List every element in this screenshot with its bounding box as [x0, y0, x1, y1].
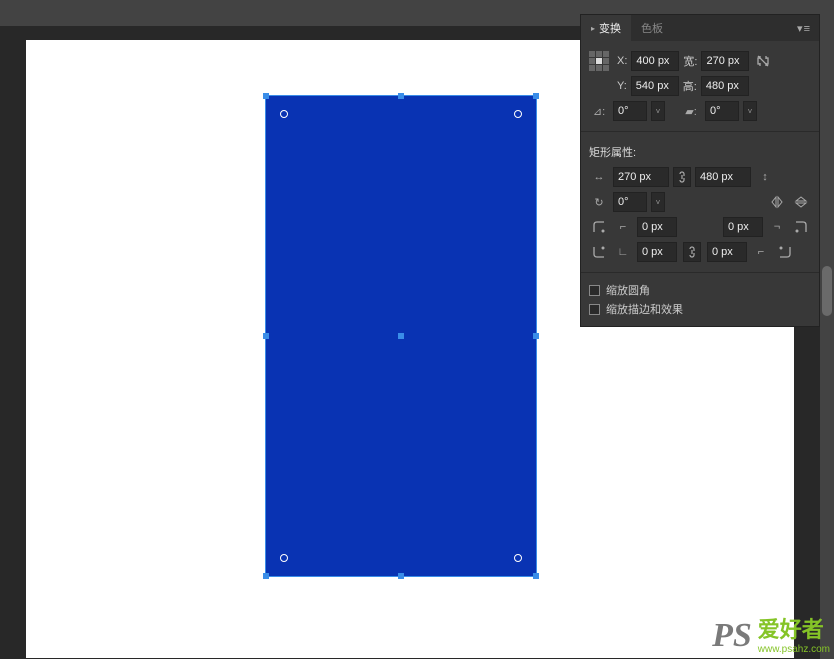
transform-panel: ▸变换 色板 ▾≡ X: 400 px 宽: 270 px Y: 540 px …	[580, 14, 820, 327]
corner-type-bl-button[interactable]: ∟	[613, 242, 633, 262]
checkbox-label: 缩放圆角	[606, 282, 650, 298]
shear-input[interactable]: 0°	[705, 101, 739, 121]
x-label: X:	[617, 55, 627, 67]
rotate-icon: ⊿:	[589, 101, 609, 121]
link-wh-button[interactable]	[673, 167, 691, 187]
y-label: Y:	[617, 80, 627, 92]
checkbox-box	[589, 285, 600, 296]
scrollbar-thumb[interactable]	[822, 266, 832, 316]
x-input[interactable]: 400 px	[631, 51, 679, 71]
scale-corners-checkbox[interactable]: 缩放圆角	[589, 282, 811, 298]
tab-swatches[interactable]: 色板	[631, 15, 673, 41]
y-input[interactable]: 540 px	[631, 76, 679, 96]
shape-rot-input[interactable]: 0°	[613, 192, 647, 212]
corner-type-br-button[interactable]: ⌐	[751, 242, 771, 262]
corner-type-tr-button[interactable]: ¬	[767, 217, 787, 237]
corner-widget-tr[interactable]	[514, 110, 522, 118]
panel-menu-button[interactable]: ▾≡	[789, 22, 819, 35]
shear-dropdown[interactable]: ˅	[743, 101, 757, 121]
checkbox-box	[589, 304, 600, 315]
corner-widget-bl[interactable]	[280, 554, 288, 562]
corner-widget-tl[interactable]	[280, 110, 288, 118]
shear-icon: ▰:	[681, 101, 701, 121]
corner-bl-input[interactable]: 0 px	[637, 242, 677, 262]
scale-stroke-checkbox[interactable]: 缩放描边和效果	[589, 301, 811, 317]
corner-type-tl-button[interactable]: ⌐	[613, 217, 633, 237]
flip-h-button[interactable]	[767, 192, 787, 212]
shape-h-input[interactable]: 480 px	[695, 167, 751, 187]
shape-w-input[interactable]: 270 px	[613, 167, 669, 187]
position-section: X: 400 px 宽: 270 px Y: 540 px 高: 480 px …	[581, 41, 819, 132]
corner-tr-input[interactable]: 0 px	[723, 217, 763, 237]
tab-transform[interactable]: ▸变换	[581, 15, 631, 41]
corner-bl-icon	[589, 242, 609, 262]
constrain-proportions-icon[interactable]	[753, 51, 773, 71]
h-input[interactable]: 480 px	[701, 76, 749, 96]
rect-title: 矩形属性:	[589, 144, 636, 160]
w-input[interactable]: 270 px	[701, 51, 749, 71]
shape-rotate-icon: ↻	[589, 192, 609, 212]
shape-width-icon: ↔	[589, 167, 609, 187]
corner-tl-icon	[589, 217, 609, 237]
h-label: 高:	[683, 78, 697, 94]
scrollbar-vertical[interactable]	[820, 26, 834, 659]
options-section: 缩放圆角 缩放描边和效果	[581, 273, 819, 326]
checkbox-label: 缩放描边和效果	[606, 301, 683, 317]
tab-label: 色板	[641, 20, 663, 36]
corner-widget-br[interactable]	[514, 554, 522, 562]
link-corners-button[interactable]	[683, 242, 701, 262]
flip-v-button[interactable]	[791, 192, 811, 212]
panel-tabs: ▸变换 色板 ▾≡	[581, 15, 819, 41]
corner-tl-input[interactable]: 0 px	[637, 217, 677, 237]
rotate-input[interactable]: 0°	[613, 101, 647, 121]
rotate-dropdown[interactable]: ˅	[651, 101, 665, 121]
corner-tr-icon	[791, 217, 811, 237]
w-label: 宽:	[683, 53, 697, 69]
corner-br-icon	[775, 242, 795, 262]
rect-props-section: 矩形属性: ↔ 270 px 480 px ↕ ↻ 0° ˅ ⌐ 0 px 0 …	[581, 132, 819, 273]
reference-point-grid[interactable]	[589, 51, 609, 71]
corner-br-input[interactable]: 0 px	[707, 242, 747, 262]
shape-height-icon: ↕	[755, 167, 775, 187]
shape-rot-dropdown[interactable]: ˅	[651, 192, 665, 212]
rectangle-shape[interactable]	[266, 96, 536, 576]
tab-label: 变换	[599, 20, 621, 36]
